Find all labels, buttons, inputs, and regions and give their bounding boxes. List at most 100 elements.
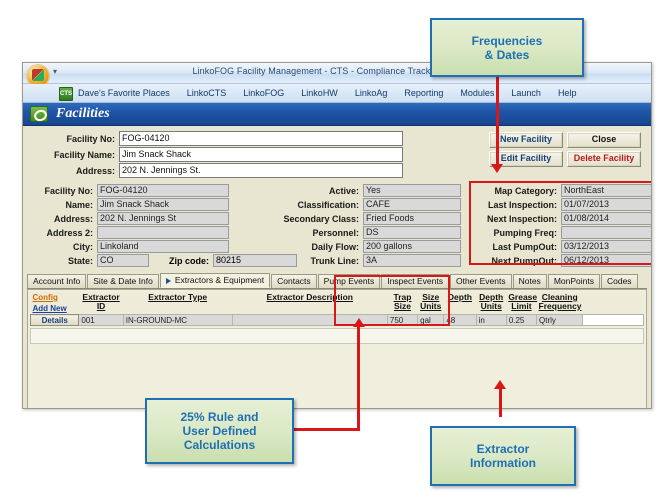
- edit-facility-button[interactable]: Edit Facility: [489, 151, 563, 167]
- detail-facility-no-label: Facility No:: [44, 185, 93, 196]
- detail-active-value: Yes: [363, 184, 461, 197]
- address-combo[interactable]: 202 N. Jennings St.: [119, 163, 403, 178]
- detail-address2: Address 2:: [31, 226, 297, 239]
- detail-next-inspection-label: Next Inspection:: [486, 213, 557, 224]
- facility-no-combo[interactable]: FOG-04120: [119, 131, 403, 146]
- tab-account-info[interactable]: Account Info: [27, 274, 87, 288]
- cell-depth-units: in: [475, 314, 507, 326]
- detail-next-inspection: Next Inspection: 01/08/2014: [475, 212, 651, 225]
- cell-extractor-description: [231, 314, 388, 326]
- extractor-grid-empty-area: [30, 328, 644, 344]
- detail-classification-label: Classification:: [297, 199, 359, 210]
- menu-item-launch[interactable]: Launch: [511, 88, 541, 98]
- detail-secondary-class-value: Fried Foods: [363, 212, 461, 225]
- menu-item-linkocts[interactable]: LinkoCTS: [187, 88, 227, 98]
- callout-extractor-info-text: Extractor Information: [470, 442, 536, 470]
- detail-trunk-line-value: 3A: [363, 254, 461, 267]
- cell-grease-limit: 0.25: [505, 314, 538, 326]
- detail-trunk-line: Trunk Line: 3A: [273, 254, 461, 267]
- detail-city-value: Linkoland: [97, 240, 229, 253]
- detail-last-pumpout: Last PumpOut: 03/12/2013: [475, 240, 651, 253]
- detail-next-pumpout-label: Next PumpOut:: [491, 255, 557, 266]
- detail-name-value: Jim Snack Shack: [97, 198, 229, 211]
- tab-monpoints[interactable]: MonPoints: [547, 274, 600, 288]
- tab-site-date-info[interactable]: Site & Date Info: [87, 274, 159, 288]
- cell-cleaning-frequency: Qtrly: [536, 314, 584, 326]
- facility-name-combo[interactable]: Jim Snack Shack: [119, 147, 403, 162]
- detail-classification-value: CAFE: [363, 198, 461, 211]
- detail-active: Active: Yes: [273, 184, 461, 197]
- close-button[interactable]: Close: [567, 132, 641, 148]
- detail-column-right: Map Category: NorthEast Last Inspection:…: [475, 184, 651, 268]
- cts-badge-icon: CTS: [59, 87, 73, 101]
- callout-extractor-information: Extractor Information: [430, 426, 576, 486]
- detail-trunk-line-label: Trunk Line:: [310, 255, 359, 266]
- facilities-icon: [30, 106, 48, 122]
- facility-selector-area: Facility No: FOG-04120 Facility Name: Ji…: [23, 126, 651, 184]
- col-depth: Depth: [443, 292, 477, 315]
- detail-address2-label: Address 2:: [46, 227, 93, 238]
- menu-item-favorites[interactable]: Dave's Favorite Places: [78, 88, 170, 98]
- application-window: ▾ LinkoFOG Facility Management - CTS - C…: [22, 62, 652, 409]
- tab-pump-events[interactable]: Pump Events: [317, 274, 381, 288]
- col-size-units: Size Units: [417, 292, 444, 315]
- page-title: Facilities: [56, 106, 110, 121]
- menu-item-modules[interactable]: Modules: [460, 88, 494, 98]
- col-extractor-filler: [582, 292, 644, 315]
- tab-codes[interactable]: Codes: [600, 274, 638, 288]
- tab-extractors-equipment[interactable]: Extractors & Equipment: [159, 273, 271, 288]
- tab-contacts[interactable]: Contacts: [271, 274, 317, 288]
- delete-facility-button[interactable]: Delete Facility: [567, 151, 641, 167]
- new-facility-button[interactable]: New Facility: [489, 132, 563, 148]
- menu-item-linkohw[interactable]: LinkoHW: [301, 88, 338, 98]
- table-row[interactable]: Details 001 IN-GROUND-MC 750 gal 48 in 0…: [29, 314, 644, 326]
- config-link[interactable]: Config: [33, 293, 77, 302]
- menu-item-linkoag[interactable]: LinkoAg: [355, 88, 388, 98]
- detail-last-pumpout-label: Last PumpOut:: [492, 241, 558, 252]
- tab-notes[interactable]: Notes: [512, 274, 547, 288]
- button-row-2: Edit Facility Delete Facility: [489, 151, 641, 167]
- callout-rule25-line3: Calculations: [183, 438, 256, 452]
- facility-detail-panel: Facility No: FOG-04120 Name: Jim Snack S…: [23, 181, 651, 272]
- detail-address-label: Address:: [53, 213, 93, 224]
- extractor-details-button[interactable]: Details: [29, 314, 80, 326]
- callout-25-percent-rule: 25% Rule and User Defined Calculations: [145, 398, 294, 464]
- cell-extractor-filler: [582, 314, 644, 326]
- detail-daily-flow-label: Daily Flow:: [311, 241, 359, 252]
- detail-state-value: CO: [97, 254, 149, 267]
- menu-item-linkofog[interactable]: LinkoFOG: [243, 88, 284, 98]
- detail-address2-value: [97, 226, 229, 239]
- callout-extractor-info-line1: Extractor: [476, 442, 530, 456]
- detail-last-pumpout-value: 03/12/2013: [561, 240, 651, 253]
- facility-no-label: Facility No:: [66, 133, 115, 144]
- tab-other-events[interactable]: Other Events: [449, 274, 512, 288]
- detail-next-pumpout: Next PumpOut: 06/12/2013: [475, 254, 651, 267]
- callout-frequencies-dates: Frequencies & Dates: [430, 18, 584, 77]
- tab-inspect-events[interactable]: Inspect Events: [381, 274, 449, 288]
- extractor-grid-panel: Config Add New Extractor ID Extractor Ty…: [27, 289, 647, 408]
- detail-personnel: Personnel: DS: [273, 226, 461, 239]
- cell-extractor-type: IN-GROUND-MC: [122, 314, 233, 326]
- detail-map-category-value: NorthEast: [561, 184, 651, 197]
- extractor-grid: Config Add New Extractor ID Extractor Ty…: [29, 292, 644, 326]
- callout-rule25-line2: User Defined: [182, 424, 257, 438]
- add-new-extractor-link[interactable]: Add New: [33, 304, 77, 313]
- detail-facility-no: Facility No: FOG-04120: [31, 184, 297, 197]
- detail-pumping-freq-label: Pumping Freq:: [493, 227, 558, 238]
- facility-action-buttons: New Facility Close Edit Facility Delete …: [489, 132, 641, 170]
- cell-trap-size: 750: [386, 314, 419, 326]
- detail-last-inspection-label: Last Inspection:: [487, 199, 557, 210]
- menu-bar: CTS Dave's Favorite Places LinkoCTS Link…: [23, 84, 651, 103]
- col-cleaning-frequency: Cleaning Frequency: [536, 292, 583, 315]
- extractor-grid-actions-header: Config Add New: [30, 292, 79, 315]
- detail-secondary-class-label: Secondary Class:: [283, 213, 359, 224]
- detail-address-value: 202 N. Jennings St: [97, 212, 229, 225]
- col-extractor-type: Extractor Type: [123, 292, 233, 315]
- col-trap-size: Trap Size: [387, 292, 418, 315]
- detail-address: Address: 202 N. Jennings St: [31, 212, 297, 225]
- detail-last-inspection: Last Inspection: 01/07/2013: [475, 198, 651, 211]
- menu-item-reporting[interactable]: Reporting: [404, 88, 443, 98]
- cell-size-units: gal: [417, 314, 445, 326]
- menu-item-help[interactable]: Help: [558, 88, 577, 98]
- rule25-callout-connector-horizontal: [290, 428, 360, 431]
